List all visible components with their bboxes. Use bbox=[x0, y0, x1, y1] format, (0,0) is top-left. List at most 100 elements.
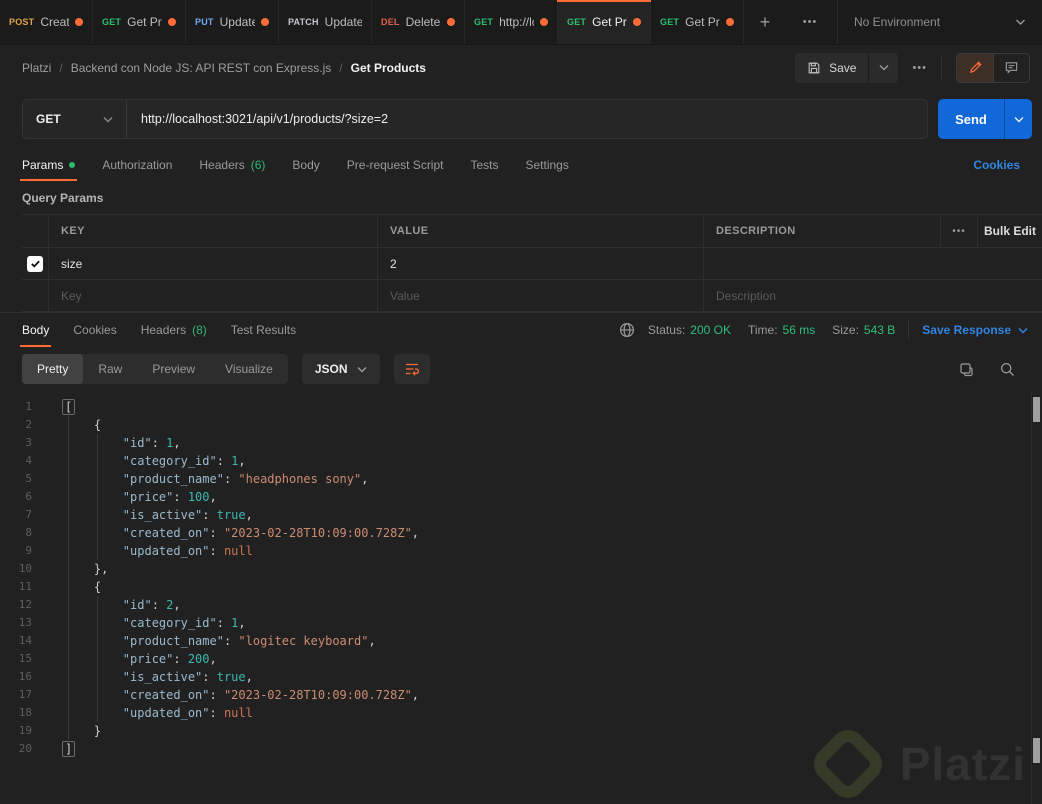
code-content: "created_on": "2023-02-28T10:09:00.728Z"… bbox=[48, 686, 419, 704]
tab-pre-request-script[interactable]: Pre-request Script bbox=[347, 148, 444, 181]
code-viewer[interactable]: Platzi 1[2 {3 "id": 1, 4 "category_id": 1… bbox=[0, 391, 1042, 804]
code-content: "price": 100, bbox=[48, 488, 217, 506]
tab-settings[interactable]: Settings bbox=[526, 148, 569, 181]
save-button-group: Save bbox=[795, 52, 899, 83]
app-tab-bar: POST Create GET Get Pro PUT Update PATCH Update… bbox=[0, 0, 1042, 45]
request-tab[interactable]: PATCH Update bbox=[279, 0, 372, 44]
wrap-text-button[interactable] bbox=[393, 354, 430, 384]
add-tab-button[interactable]: + bbox=[744, 0, 786, 44]
token: 200 bbox=[187, 652, 210, 666]
line-number: 6 bbox=[25, 490, 32, 503]
line-number: 7 bbox=[25, 508, 32, 521]
code-line: 1[ bbox=[0, 398, 1042, 416]
more-options-button[interactable]: ••• bbox=[898, 62, 941, 74]
scrollbar-thumb[interactable] bbox=[1033, 738, 1040, 763]
tab-headers[interactable]: Headers (6) bbox=[199, 148, 265, 181]
param-key-input[interactable]: Key bbox=[48, 280, 377, 311]
token: true bbox=[216, 670, 246, 684]
param-value-input[interactable]: Value bbox=[377, 280, 703, 311]
url-bar: GET http://localhost:3021/api/v1/product… bbox=[22, 99, 928, 139]
response-tab-body[interactable]: Body bbox=[19, 313, 52, 347]
token: "created_on" bbox=[65, 526, 210, 540]
bulk-edit-button[interactable]: Bulk Edit bbox=[977, 215, 1042, 247]
search-button[interactable] bbox=[999, 361, 1016, 378]
code-line: 5 "product_name": "headphones sony", bbox=[0, 470, 1042, 488]
view-preview-button[interactable]: Preview bbox=[137, 354, 210, 384]
save-response-button[interactable]: Save Response bbox=[922, 323, 1028, 337]
param-value-cell[interactable]: 2 bbox=[377, 248, 703, 279]
param-checkbox[interactable] bbox=[22, 248, 48, 279]
breadcrumb: Platzi / Backend con Node JS: API REST c… bbox=[22, 61, 795, 75]
token: : bbox=[216, 616, 232, 630]
param-key-cell[interactable]: size bbox=[48, 248, 377, 279]
network-info-icon[interactable] bbox=[619, 322, 635, 338]
line-number: 9 bbox=[25, 544, 32, 557]
token: , bbox=[173, 598, 181, 612]
param-description-cell[interactable] bbox=[703, 248, 1042, 279]
request-tab[interactable]: DEL Delete bbox=[372, 0, 465, 44]
line-number: 13 bbox=[18, 616, 32, 629]
response-tab-test-results[interactable]: Test Results bbox=[231, 313, 296, 347]
tab-label: Settings bbox=[525, 157, 569, 172]
scrollbar[interactable] bbox=[1031, 391, 1042, 804]
request-tab[interactable]: GET http://lc bbox=[465, 0, 558, 44]
method-select[interactable]: GET bbox=[23, 100, 127, 138]
request-tab[interactable]: GET Get Pro bbox=[651, 0, 744, 44]
code-line: 2 { bbox=[0, 416, 1042, 434]
tab-params[interactable]: Params bbox=[19, 148, 78, 181]
token: : bbox=[151, 598, 167, 612]
request-tab[interactable]: PUT Update bbox=[186, 0, 279, 44]
response-header: Body Cookies Headers (8) Test Results Status… bbox=[0, 312, 1042, 347]
tab-tests[interactable]: Tests bbox=[470, 148, 498, 181]
view-pretty-button[interactable]: Pretty bbox=[22, 354, 84, 384]
token: : bbox=[202, 508, 217, 522]
select-all-cell bbox=[22, 215, 48, 247]
request-tab[interactable]: GET Get Pro bbox=[557, 0, 651, 44]
method-badge: GET bbox=[474, 17, 494, 27]
save-options-button[interactable] bbox=[868, 52, 898, 83]
column-header-value: VALUE bbox=[377, 215, 703, 247]
copy-button[interactable] bbox=[958, 361, 975, 378]
response-tab-cookies[interactable]: Cookies bbox=[73, 313, 116, 347]
chevron-down-icon bbox=[1016, 19, 1025, 25]
request-tab[interactable]: GET Get Pro bbox=[93, 0, 186, 44]
column-options-button[interactable]: ••• bbox=[940, 215, 977, 247]
view-raw-button[interactable]: Raw bbox=[83, 354, 137, 384]
tab-authorization[interactable]: Authorization bbox=[102, 148, 172, 181]
token: "id" bbox=[65, 598, 152, 612]
edit-request-button[interactable] bbox=[957, 53, 993, 82]
tab-label: Body bbox=[22, 323, 50, 337]
token: : bbox=[209, 544, 224, 558]
url-input[interactable]: http://localhost:3021/api/v1/products/?s… bbox=[127, 112, 927, 126]
format-select[interactable]: JSON bbox=[301, 354, 380, 384]
cookies-link[interactable]: Cookies bbox=[973, 148, 1020, 181]
code-content: { bbox=[48, 416, 101, 434]
more-tabs-button[interactable]: ••• bbox=[786, 0, 834, 44]
method-badge: GET bbox=[567, 17, 587, 27]
send-options-button[interactable] bbox=[1004, 99, 1032, 139]
breadcrumb-collection[interactable]: Backend con Node JS: API REST con Expres… bbox=[71, 61, 332, 75]
request-tab[interactable]: POST Create bbox=[0, 0, 93, 44]
scrollbar-thumb[interactable] bbox=[1033, 397, 1040, 422]
code-line: 14 "product_name": "logitec keyboard", bbox=[0, 632, 1042, 650]
breadcrumb-workspace[interactable]: Platzi bbox=[22, 61, 51, 75]
environment-selector[interactable]: No Environment bbox=[837, 0, 1042, 44]
save-button[interactable]: Save bbox=[795, 53, 868, 83]
time-badge[interactable]: 56 ms bbox=[783, 323, 816, 337]
params-table: KEY VALUE DESCRIPTION ••• Bulk Edit size… bbox=[22, 214, 1042, 312]
tab-label: Tests bbox=[470, 157, 499, 172]
status-badge[interactable]: 200 OK bbox=[690, 323, 731, 337]
header-actions: Save ••• bbox=[795, 52, 1030, 83]
token: "product_name" bbox=[65, 634, 224, 648]
view-visualize-button[interactable]: Visualize bbox=[210, 354, 288, 384]
tab-body[interactable]: Body bbox=[292, 148, 319, 181]
size-badge[interactable]: 543 B bbox=[864, 323, 895, 337]
line-number: 14 bbox=[18, 634, 32, 647]
tab-strip: POST Create GET Get Pro PUT Update PATCH Update… bbox=[0, 0, 744, 44]
request-tabs: Params Authorization Headers (6) Body Pre-req… bbox=[0, 148, 1042, 181]
token: , bbox=[245, 670, 253, 684]
response-tab-headers[interactable]: Headers (8) bbox=[141, 313, 207, 347]
comments-button[interactable] bbox=[993, 53, 1029, 82]
param-description-input[interactable]: Description bbox=[703, 280, 1042, 311]
send-button[interactable]: Send bbox=[938, 99, 1004, 139]
